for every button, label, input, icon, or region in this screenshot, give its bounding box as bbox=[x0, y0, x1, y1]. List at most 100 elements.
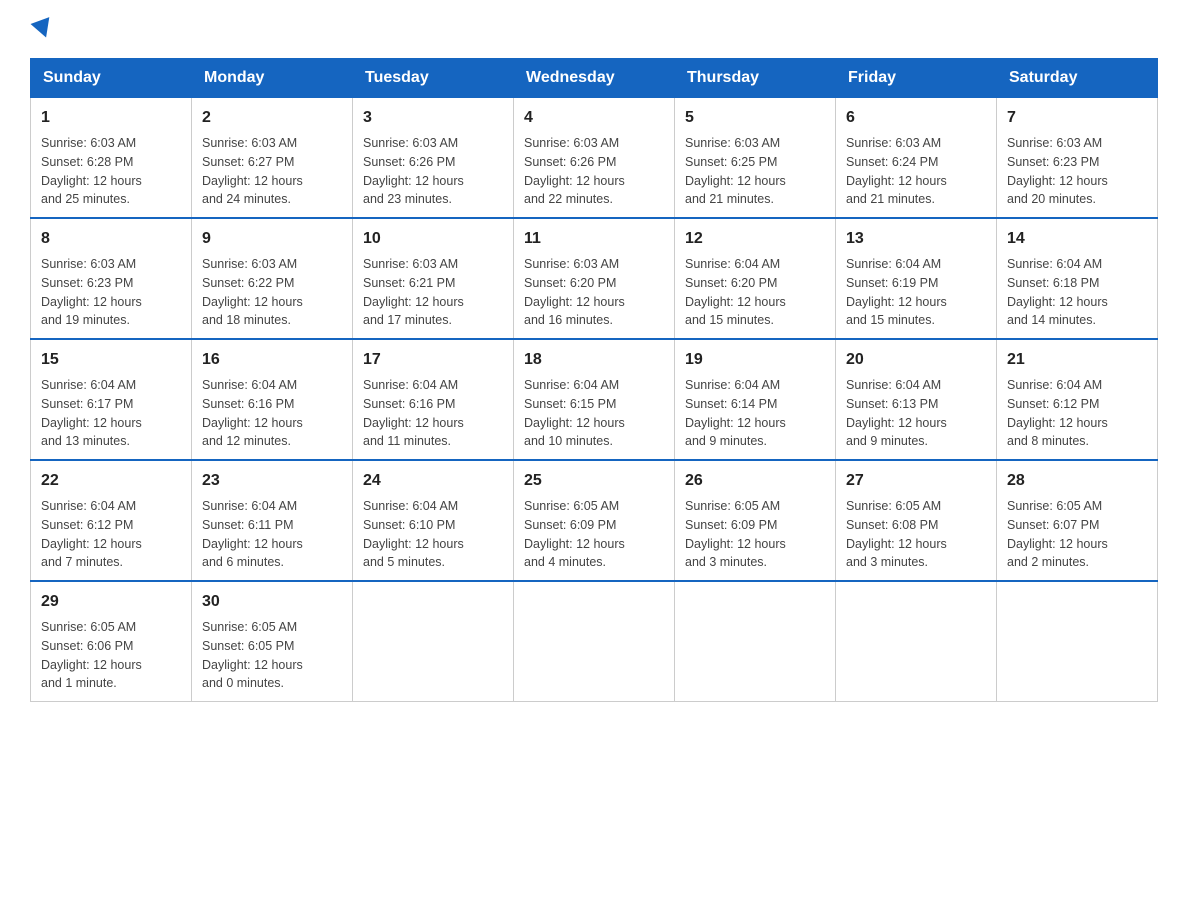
day-number: 8 bbox=[41, 227, 181, 251]
logo-area bbox=[30, 20, 56, 38]
day-info: Sunrise: 6:04 AMSunset: 6:14 PMDaylight:… bbox=[685, 376, 825, 451]
day-number: 16 bbox=[202, 348, 342, 372]
calendar-cell bbox=[675, 581, 836, 702]
day-info: Sunrise: 6:04 AMSunset: 6:17 PMDaylight:… bbox=[41, 376, 181, 451]
day-info: Sunrise: 6:04 AMSunset: 6:13 PMDaylight:… bbox=[846, 376, 986, 451]
header-monday: Monday bbox=[192, 59, 353, 98]
day-number: 22 bbox=[41, 469, 181, 493]
day-info: Sunrise: 6:03 AMSunset: 6:26 PMDaylight:… bbox=[524, 134, 664, 209]
header-wednesday: Wednesday bbox=[514, 59, 675, 98]
day-info: Sunrise: 6:05 AMSunset: 6:09 PMDaylight:… bbox=[524, 497, 664, 572]
week-row-5: 29 Sunrise: 6:05 AMSunset: 6:06 PMDayligh… bbox=[31, 581, 1158, 702]
calendar-cell: 23Sunrise: 6:04 AMSunset: 6:11 PMDayligh… bbox=[192, 460, 353, 581]
day-number: 5 bbox=[685, 106, 825, 130]
day-info: Sunrise: 6:03 AMSunset: 6:24 PMDaylight:… bbox=[846, 134, 986, 209]
day-info: Sunrise: 6:03 AMSunset: 6:23 PMDaylight:… bbox=[1007, 134, 1147, 209]
day-info: Sunrise: 6:03 AMSunset: 6:22 PMDaylight:… bbox=[202, 255, 342, 330]
calendar-cell: 22 Sunrise: 6:04 AMSunset: 6:12 PMDayligh… bbox=[31, 460, 192, 581]
day-info: Sunrise: 6:05 AMSunset: 6:08 PMDaylight:… bbox=[846, 497, 986, 572]
header-saturday: Saturday bbox=[997, 59, 1158, 98]
day-number: 29 bbox=[41, 590, 181, 614]
day-info: Sunrise: 6:03 AMSunset: 6:20 PMDaylight:… bbox=[524, 255, 664, 330]
day-info: Sunrise: 6:04 AMSunset: 6:20 PMDaylight:… bbox=[685, 255, 825, 330]
day-number: 4 bbox=[524, 106, 664, 130]
day-info: Sunrise: 6:04 AMSunset: 6:18 PMDaylight:… bbox=[1007, 255, 1147, 330]
day-number: 3 bbox=[363, 106, 503, 130]
logo bbox=[30, 20, 56, 38]
calendar-cell: 9Sunrise: 6:03 AMSunset: 6:22 PMDaylight… bbox=[192, 218, 353, 339]
day-number: 17 bbox=[363, 348, 503, 372]
calendar-cell: 3 Sunrise: 6:03 AMSunset: 6:26 PMDaylight… bbox=[353, 98, 514, 219]
calendar-cell: 5 Sunrise: 6:03 AMSunset: 6:25 PMDaylight… bbox=[675, 98, 836, 219]
day-info: Sunrise: 6:03 AMSunset: 6:21 PMDaylight:… bbox=[363, 255, 503, 330]
day-number: 27 bbox=[846, 469, 986, 493]
calendar-cell: 1 Sunrise: 6:03 AMSunset: 6:28 PMDaylight… bbox=[31, 98, 192, 219]
calendar-cell: 16Sunrise: 6:04 AMSunset: 6:16 PMDayligh… bbox=[192, 339, 353, 460]
header-sunday: Sunday bbox=[31, 59, 192, 98]
calendar-cell: 4 Sunrise: 6:03 AMSunset: 6:26 PMDaylight… bbox=[514, 98, 675, 219]
calendar-cell: 19 Sunrise: 6:04 AMSunset: 6:14 PMDayligh… bbox=[675, 339, 836, 460]
day-info: Sunrise: 6:04 AMSunset: 6:15 PMDaylight:… bbox=[524, 376, 664, 451]
day-number: 18 bbox=[524, 348, 664, 372]
calendar-cell: 26Sunrise: 6:05 AMSunset: 6:09 PMDayligh… bbox=[675, 460, 836, 581]
calendar-cell: 29 Sunrise: 6:05 AMSunset: 6:06 PMDayligh… bbox=[31, 581, 192, 702]
day-info: Sunrise: 6:05 AMSunset: 6:07 PMDaylight:… bbox=[1007, 497, 1147, 572]
calendar-cell: 13 Sunrise: 6:04 AMSunset: 6:19 PMDayligh… bbox=[836, 218, 997, 339]
day-number: 20 bbox=[846, 348, 986, 372]
day-info: Sunrise: 6:04 AMSunset: 6:11 PMDaylight:… bbox=[202, 497, 342, 572]
calendar-cell bbox=[997, 581, 1158, 702]
calendar-cell: 12Sunrise: 6:04 AMSunset: 6:20 PMDayligh… bbox=[675, 218, 836, 339]
day-info: Sunrise: 6:03 AMSunset: 6:23 PMDaylight:… bbox=[41, 255, 181, 330]
calendar-cell bbox=[353, 581, 514, 702]
day-number: 26 bbox=[685, 469, 825, 493]
week-row-2: 8 Sunrise: 6:03 AMSunset: 6:23 PMDaylight… bbox=[31, 218, 1158, 339]
day-number: 2 bbox=[202, 106, 342, 130]
week-row-1: 1 Sunrise: 6:03 AMSunset: 6:28 PMDaylight… bbox=[31, 98, 1158, 219]
day-info: Sunrise: 6:04 AMSunset: 6:10 PMDaylight:… bbox=[363, 497, 503, 572]
calendar-cell: 2 Sunrise: 6:03 AMSunset: 6:27 PMDaylight… bbox=[192, 98, 353, 219]
day-number: 28 bbox=[1007, 469, 1147, 493]
header-friday: Friday bbox=[836, 59, 997, 98]
calendar-table: SundayMondayTuesdayWednesdayThursdayFrid… bbox=[30, 58, 1158, 702]
calendar-cell: 6 Sunrise: 6:03 AMSunset: 6:24 PMDaylight… bbox=[836, 98, 997, 219]
calendar-cell: 25 Sunrise: 6:05 AMSunset: 6:09 PMDayligh… bbox=[514, 460, 675, 581]
day-number: 7 bbox=[1007, 106, 1147, 130]
calendar-cell: 11 Sunrise: 6:03 AMSunset: 6:20 PMDayligh… bbox=[514, 218, 675, 339]
calendar-cell: 10Sunrise: 6:03 AMSunset: 6:21 PMDayligh… bbox=[353, 218, 514, 339]
day-number: 30 bbox=[202, 590, 342, 614]
day-number: 15 bbox=[41, 348, 181, 372]
calendar-cell bbox=[514, 581, 675, 702]
day-info: Sunrise: 6:03 AMSunset: 6:27 PMDaylight:… bbox=[202, 134, 342, 209]
header-thursday: Thursday bbox=[675, 59, 836, 98]
week-row-4: 22 Sunrise: 6:04 AMSunset: 6:12 PMDayligh… bbox=[31, 460, 1158, 581]
day-number: 25 bbox=[524, 469, 664, 493]
calendar-cell: 28 Sunrise: 6:05 AMSunset: 6:07 PMDayligh… bbox=[997, 460, 1158, 581]
day-number: 19 bbox=[685, 348, 825, 372]
calendar-cell: 24 Sunrise: 6:04 AMSunset: 6:10 PMDayligh… bbox=[353, 460, 514, 581]
day-info: Sunrise: 6:04 AMSunset: 6:12 PMDaylight:… bbox=[41, 497, 181, 572]
day-info: Sunrise: 6:04 AMSunset: 6:19 PMDaylight:… bbox=[846, 255, 986, 330]
day-info: Sunrise: 6:04 AMSunset: 6:16 PMDaylight:… bbox=[363, 376, 503, 451]
day-number: 14 bbox=[1007, 227, 1147, 251]
day-info: Sunrise: 6:03 AMSunset: 6:25 PMDaylight:… bbox=[685, 134, 825, 209]
header-tuesday: Tuesday bbox=[353, 59, 514, 98]
calendar-cell bbox=[836, 581, 997, 702]
logo-triangle-icon bbox=[31, 17, 56, 41]
day-number: 6 bbox=[846, 106, 986, 130]
day-number: 1 bbox=[41, 106, 181, 130]
calendar-cell: 14 Sunrise: 6:04 AMSunset: 6:18 PMDayligh… bbox=[997, 218, 1158, 339]
day-info: Sunrise: 6:03 AMSunset: 6:28 PMDaylight:… bbox=[41, 134, 181, 209]
day-number: 24 bbox=[363, 469, 503, 493]
day-number: 13 bbox=[846, 227, 986, 251]
calendar-cell: 8 Sunrise: 6:03 AMSunset: 6:23 PMDaylight… bbox=[31, 218, 192, 339]
day-number: 11 bbox=[524, 227, 664, 251]
calendar-cell: 17 Sunrise: 6:04 AMSunset: 6:16 PMDayligh… bbox=[353, 339, 514, 460]
calendar-cell: 15 Sunrise: 6:04 AMSunset: 6:17 PMDayligh… bbox=[31, 339, 192, 460]
calendar-cell: 20 Sunrise: 6:04 AMSunset: 6:13 PMDayligh… bbox=[836, 339, 997, 460]
day-info: Sunrise: 6:05 AMSunset: 6:06 PMDaylight:… bbox=[41, 618, 181, 693]
calendar-cell: 7 Sunrise: 6:03 AMSunset: 6:23 PMDaylight… bbox=[997, 98, 1158, 219]
weekday-header-row: SundayMondayTuesdayWednesdayThursdayFrid… bbox=[31, 59, 1158, 98]
day-info: Sunrise: 6:03 AMSunset: 6:26 PMDaylight:… bbox=[363, 134, 503, 209]
page-header bbox=[30, 20, 1158, 38]
calendar-cell: 21Sunrise: 6:04 AMSunset: 6:12 PMDayligh… bbox=[997, 339, 1158, 460]
